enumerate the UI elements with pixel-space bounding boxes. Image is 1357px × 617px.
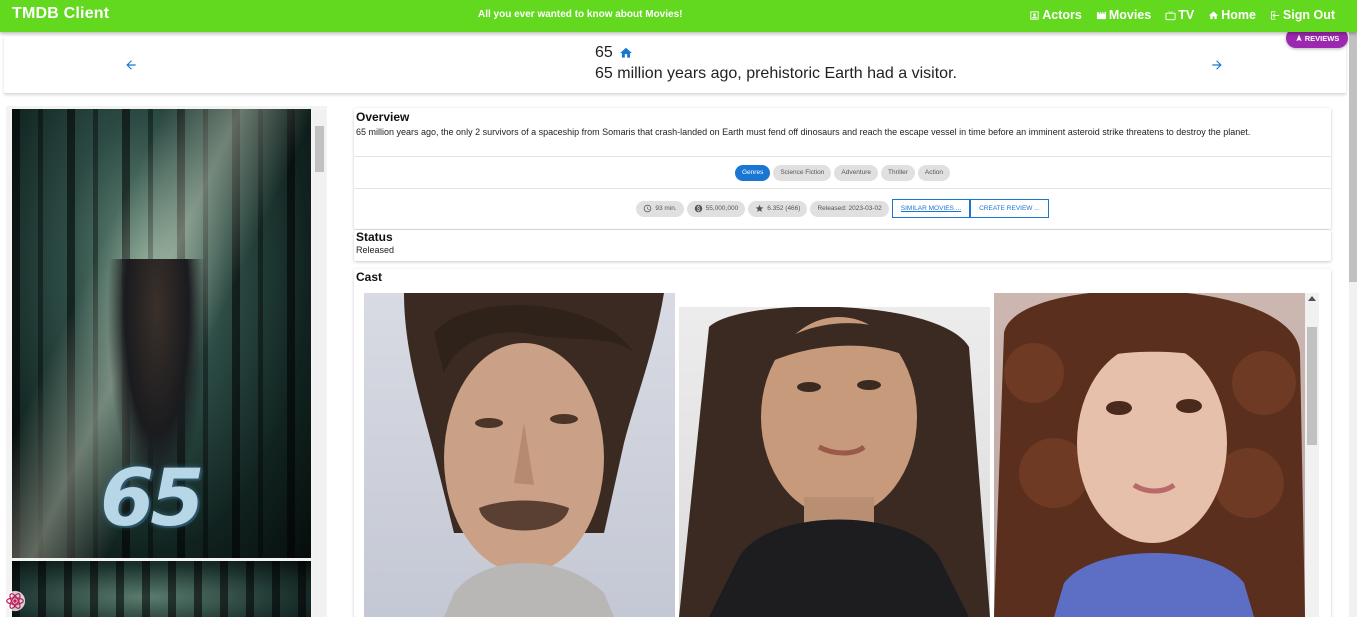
status-value: Released (356, 245, 395, 255)
title-block: 65 65 million years ago, prehistoric Ear… (595, 44, 957, 83)
app-brand[interactable]: TMDB Client (12, 5, 109, 23)
nav-tv-label: TV (1178, 8, 1195, 22)
create-review-button[interactable]: CREATE REVIEW ... (970, 199, 1049, 218)
movie-poster-secondary (12, 561, 311, 617)
genre-chip[interactable]: Action (917, 164, 950, 181)
tv-icon (1165, 10, 1176, 20)
arrow-left-icon (126, 60, 136, 70)
runtime-value: 93 min. (655, 205, 677, 212)
poster-column: 65 (6, 106, 327, 617)
cast-scrollbar[interactable] (1305, 293, 1319, 617)
app-tagline: All you ever wanted to know about Movies… (478, 9, 683, 20)
star-icon (755, 204, 764, 212)
logout-icon (1270, 10, 1280, 20)
rating-value: 6.352 (466) (767, 205, 801, 212)
cast-heading: Cast (356, 270, 383, 284)
cast-photo[interactable] (679, 307, 990, 617)
nav-movies-label: Movies (1108, 8, 1152, 22)
overview-panel: Overview 65 million years ago, the only … (354, 108, 1331, 229)
nav-sign-out-label: Sign Out (1282, 8, 1335, 22)
release-date-chip: Released: 2023-03-02 (810, 200, 889, 217)
status-panel: Status Released (354, 230, 1331, 261)
home-page-icon[interactable] (619, 46, 633, 60)
react-logo-icon[interactable] (4, 590, 26, 612)
budget-chip: 55,000,000 (686, 200, 746, 217)
navigation-arrow-icon (1296, 34, 1302, 41)
next-arrow-button[interactable] (1210, 58, 1224, 72)
genre-chip[interactable]: Science Fiction (773, 164, 832, 181)
nav-home[interactable]: Home (1208, 8, 1256, 22)
reviews-label: REVIEWS (1304, 33, 1340, 43)
cast-photo[interactable] (364, 293, 675, 617)
movie-poster: 65 (12, 109, 311, 558)
nav-sign-out[interactable]: Sign Out (1270, 8, 1335, 22)
nav-actors[interactable]: Actors (1029, 8, 1082, 22)
top-nav: Actors Movies TV Home Sign Out (1029, 8, 1335, 22)
person-box-icon (1030, 10, 1039, 20)
scroll-up-icon[interactable] (1308, 296, 1316, 301)
runtime-chip: 93 min. (636, 200, 684, 217)
movie-icon (1096, 11, 1106, 19)
status-heading: Status (356, 230, 393, 244)
cast-photo[interactable] (994, 293, 1305, 617)
overview-text: 65 million years ago, the only 2 survivo… (356, 127, 1251, 137)
movie-header: 65 65 million years ago, prehistoric Ear… (4, 36, 1346, 94)
app-bar: TMDB Client All you ever wanted to know … (0, 0, 1357, 32)
poster-title: 65 (100, 454, 205, 544)
overview-heading: Overview (356, 110, 410, 124)
page-scrollbar[interactable] (1349, 32, 1357, 617)
home-icon (1209, 10, 1219, 19)
dollar-icon (694, 204, 702, 213)
nav-home-label: Home (1221, 8, 1256, 22)
similar-movies-button[interactable]: SIMILAR MOVIES ... (891, 199, 971, 218)
rating-chip: 6.352 (466) (748, 200, 808, 217)
genre-chips: Genres Science Fiction Adventure Thrille… (354, 156, 1331, 188)
poster-scrollbar[interactable] (313, 110, 326, 617)
nav-tv[interactable]: TV (1165, 8, 1194, 22)
nav-actors-label: Actors (1042, 8, 1082, 22)
genre-chip[interactable]: Thriller (881, 164, 915, 181)
movie-title: 65 (595, 44, 613, 61)
movie-tagline: 65 million years ago, prehistoric Earth … (595, 65, 957, 82)
previous-arrow-button[interactable] (124, 58, 138, 72)
budget-value: 55,000,000 (705, 205, 739, 212)
clock-icon (644, 204, 652, 213)
stats-row: 93 min. 55,000,000 6.352 (466) Released:… (354, 188, 1331, 228)
genre-chip[interactable]: Adventure (834, 164, 879, 181)
nav-movies[interactable]: Movies (1096, 8, 1151, 22)
genres-chip: Genres (735, 164, 771, 181)
arrow-right-icon (1212, 60, 1222, 70)
